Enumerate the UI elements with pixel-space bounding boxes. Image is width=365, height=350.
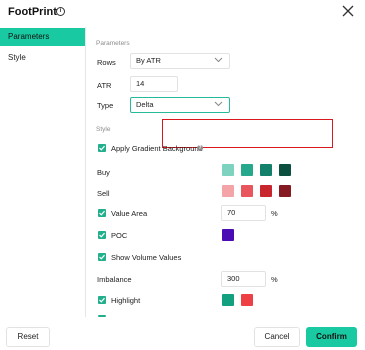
highlight-color-swatch-1[interactable] [222,294,234,306]
sell-color-swatch-1[interactable] [222,185,234,197]
chevron-down-icon [214,101,223,107]
help-icon[interactable]: ? [197,145,203,151]
show-volume-checkbox[interactable] [98,253,106,261]
buy-color-swatch-4[interactable] [279,164,291,176]
sell-color-swatch-4[interactable] [279,185,291,197]
value-area-checkbox[interactable] [98,209,106,217]
value-area-label: Value Area [111,209,148,218]
highlight-checkbox[interactable] [98,296,106,304]
type-select[interactable]: Delta [130,97,230,113]
reset-button[interactable]: Reset [6,327,50,347]
buy-color-swatch-3[interactable] [260,164,272,176]
rows-select-value: By ATR [136,56,161,65]
value-area-unit: % [271,209,278,218]
confirm-button[interactable]: Confirm [306,327,357,347]
dialog-footer: Reset Cancel Confirm [0,317,365,350]
sell-label: Sell [97,189,110,198]
imbalance-unit: % [271,275,278,284]
buy-label: Buy [97,168,110,177]
rows-label: Rows [97,58,116,67]
parameters-section-label: Parameters [96,40,130,47]
rows-select[interactable]: By ATR [130,53,230,69]
sidebar-item-parameters[interactable]: Parameters [0,28,85,46]
dialog-title: FootPrint [8,6,57,18]
style-section-label: Style [96,126,111,133]
atr-input[interactable]: 14 [130,76,178,92]
buy-color-swatch-2[interactable] [241,164,253,176]
show-volume-label: Show Volume Values [111,253,182,262]
settings-panel: Parameters Rows By ATR ATR 14 Type Delta… [86,27,365,317]
sell-color-swatch-2[interactable] [241,185,253,197]
sidebar: Parameters Style [0,27,86,317]
imbalance-input[interactable]: 300 [221,271,266,287]
type-label: Type [97,101,114,110]
chevron-down-icon [214,57,223,63]
buy-color-swatch-1[interactable] [222,164,234,176]
highlight-label: Highlight [111,296,141,305]
imbalance-label: Imbalance [97,275,132,284]
poc-label: POC [111,231,128,240]
atr-label: ATR [97,81,112,90]
sidebar-item-style[interactable]: Style [0,49,85,67]
sell-color-swatch-3[interactable] [260,185,272,197]
dialog-header: FootPrint i [0,0,365,27]
type-select-value: Delta [136,100,154,109]
info-icon[interactable]: i [56,7,65,16]
apply-gradient-label: Apply Gradient Background [111,144,203,153]
poc-checkbox[interactable] [98,231,106,239]
poc-color-swatch[interactable] [222,229,234,241]
cancel-button[interactable]: Cancel [254,327,300,347]
close-icon[interactable] [341,4,355,18]
highlight-color-swatch-2[interactable] [241,294,253,306]
value-area-input[interactable]: 70 [221,205,266,221]
apply-gradient-checkbox[interactable] [98,144,106,152]
